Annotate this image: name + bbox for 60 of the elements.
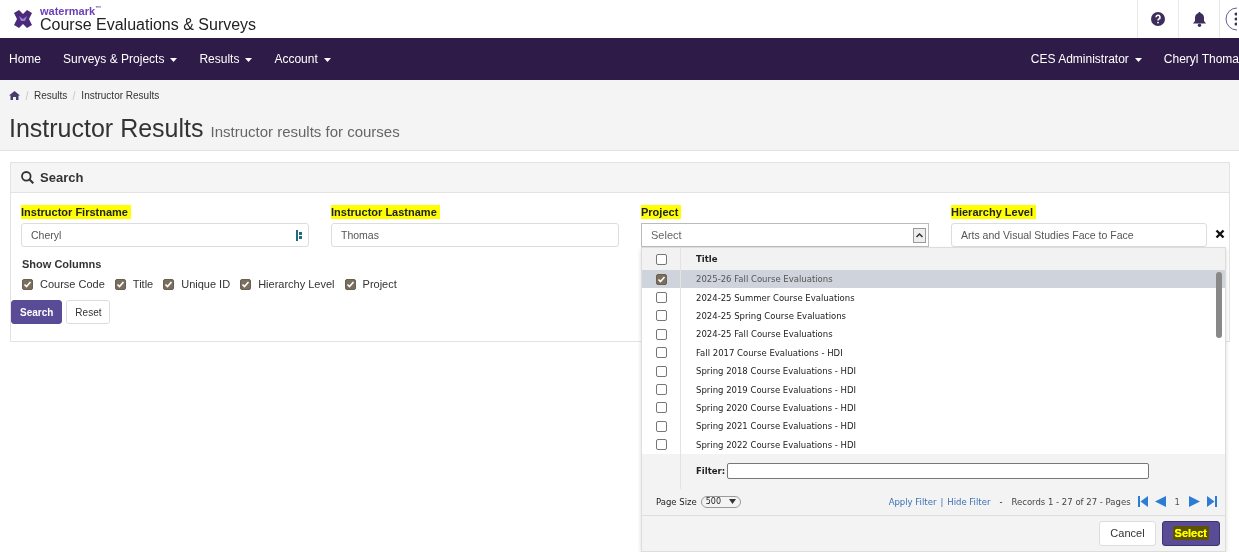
nav-menu-item[interactable]: CES Administrator xyxy=(1030,52,1142,66)
select-field[interactable]: Select xyxy=(641,223,929,247)
field-label: Project xyxy=(641,205,682,219)
project-title: 2024-25 Fall Course Evaluations xyxy=(695,329,833,340)
project-title: Fall 2017 Course Evaluations - HDI xyxy=(695,347,843,358)
table-row[interactable]: Fall 2017 Course Evaluations - HDI xyxy=(642,343,1225,362)
page-subtitle: Instructor results for courses xyxy=(210,123,400,140)
hide-filter-link[interactable]: Hide Filter xyxy=(947,496,991,507)
form-button[interactable]: Search xyxy=(11,300,63,324)
page-title: Instructor Results xyxy=(9,114,204,142)
checkbox-label: Hierarchy Level xyxy=(258,278,335,290)
nav-menu-item[interactable]: Home xyxy=(9,52,41,66)
project-title: Spring 2022 Course Evaluations - HDI xyxy=(695,439,857,450)
table-row[interactable]: 2025-26 Fall Course Evaluations xyxy=(642,270,1225,289)
breadcrumb-link[interactable]: Results xyxy=(34,89,68,101)
records-count: Records 1 - 27 of 27 - Pages xyxy=(1011,496,1131,507)
app-title: Course Evaluations & Surveys xyxy=(40,17,257,34)
table-row[interactable]: 2024-25 Fall Course Evaluations xyxy=(642,325,1225,344)
link-separator: | xyxy=(940,496,944,507)
checkbox-label: Course Code xyxy=(40,278,105,290)
checkbox-label: Unique ID xyxy=(181,278,231,290)
table-row[interactable]: Spring 2022 Course Evaluations - HDI xyxy=(642,435,1225,454)
page-size-label: Page Size xyxy=(656,496,697,507)
section-label: Show Columns xyxy=(22,258,102,270)
field-label: Instructor Firstname xyxy=(21,205,131,219)
nav-menu-item[interactable]: Results xyxy=(199,52,253,66)
nav-menu-item[interactable]: Account xyxy=(274,52,331,66)
column-header: Title xyxy=(695,254,718,264)
separator-dash: - xyxy=(999,496,1003,507)
table-row[interactable]: 2024-25 Summer Course Evaluations xyxy=(642,288,1225,307)
project-title: 2025-26 Fall Course Evaluations xyxy=(695,274,833,285)
table-row[interactable]: Spring 2018 Course Evaluations - HDI xyxy=(642,361,1225,381)
checkbox-label: Project xyxy=(362,278,397,290)
dialog-button[interactable]: Cancel xyxy=(1099,520,1156,546)
nav-menu-item[interactable]: Surveys & Projects xyxy=(63,52,178,66)
text-field[interactable]: Arts and Visual Studies Face to Face xyxy=(951,223,1207,247)
text-field[interactable]: Thomas xyxy=(331,223,619,247)
apply-filter-link[interactable]: Apply Filter xyxy=(888,496,937,507)
checkbox-label: Title xyxy=(132,278,154,290)
project-title: 2024-25 Spring Course Evaluations xyxy=(695,310,846,321)
text-field[interactable]: Cheryl xyxy=(21,223,309,247)
project-title: Spring 2018 Course Evaluations - HDI xyxy=(695,366,857,377)
project-title: Spring 2021 Course Evaluations - HDI xyxy=(695,421,857,432)
page-number: 1 xyxy=(1174,496,1180,507)
table-row[interactable]: Spring 2021 Course Evaluations - HDI xyxy=(642,417,1225,436)
project-title: 2024-25 Summer Course Evaluations xyxy=(695,292,855,303)
dialog-button[interactable]: Select xyxy=(1161,520,1220,546)
table-row[interactable]: 2024-25 Spring Course Evaluations xyxy=(642,306,1225,326)
form-button[interactable]: Reset xyxy=(66,300,111,324)
project-title: Spring 2020 Course Evaluations - HDI xyxy=(695,402,857,413)
nav-menu-item[interactable]: Cheryl Thoma xyxy=(1163,52,1239,66)
field-label: Hierarchy Level xyxy=(951,205,1036,219)
panel-title: Search xyxy=(40,170,84,185)
breadcrumb-link[interactable]: Instructor Results xyxy=(81,89,160,101)
filter-label: Filter: xyxy=(696,466,726,477)
project-title: Spring 2019 Course Evaluations - HDI xyxy=(695,384,857,395)
table-row[interactable]: Spring 2020 Course Evaluations - HDI xyxy=(642,398,1225,418)
brand-name: watermark$^{™}$ xyxy=(40,4,103,17)
field-label: Instructor Lastname xyxy=(331,205,440,219)
table-row[interactable]: Spring 2019 Course Evaluations - HDI xyxy=(642,380,1225,399)
